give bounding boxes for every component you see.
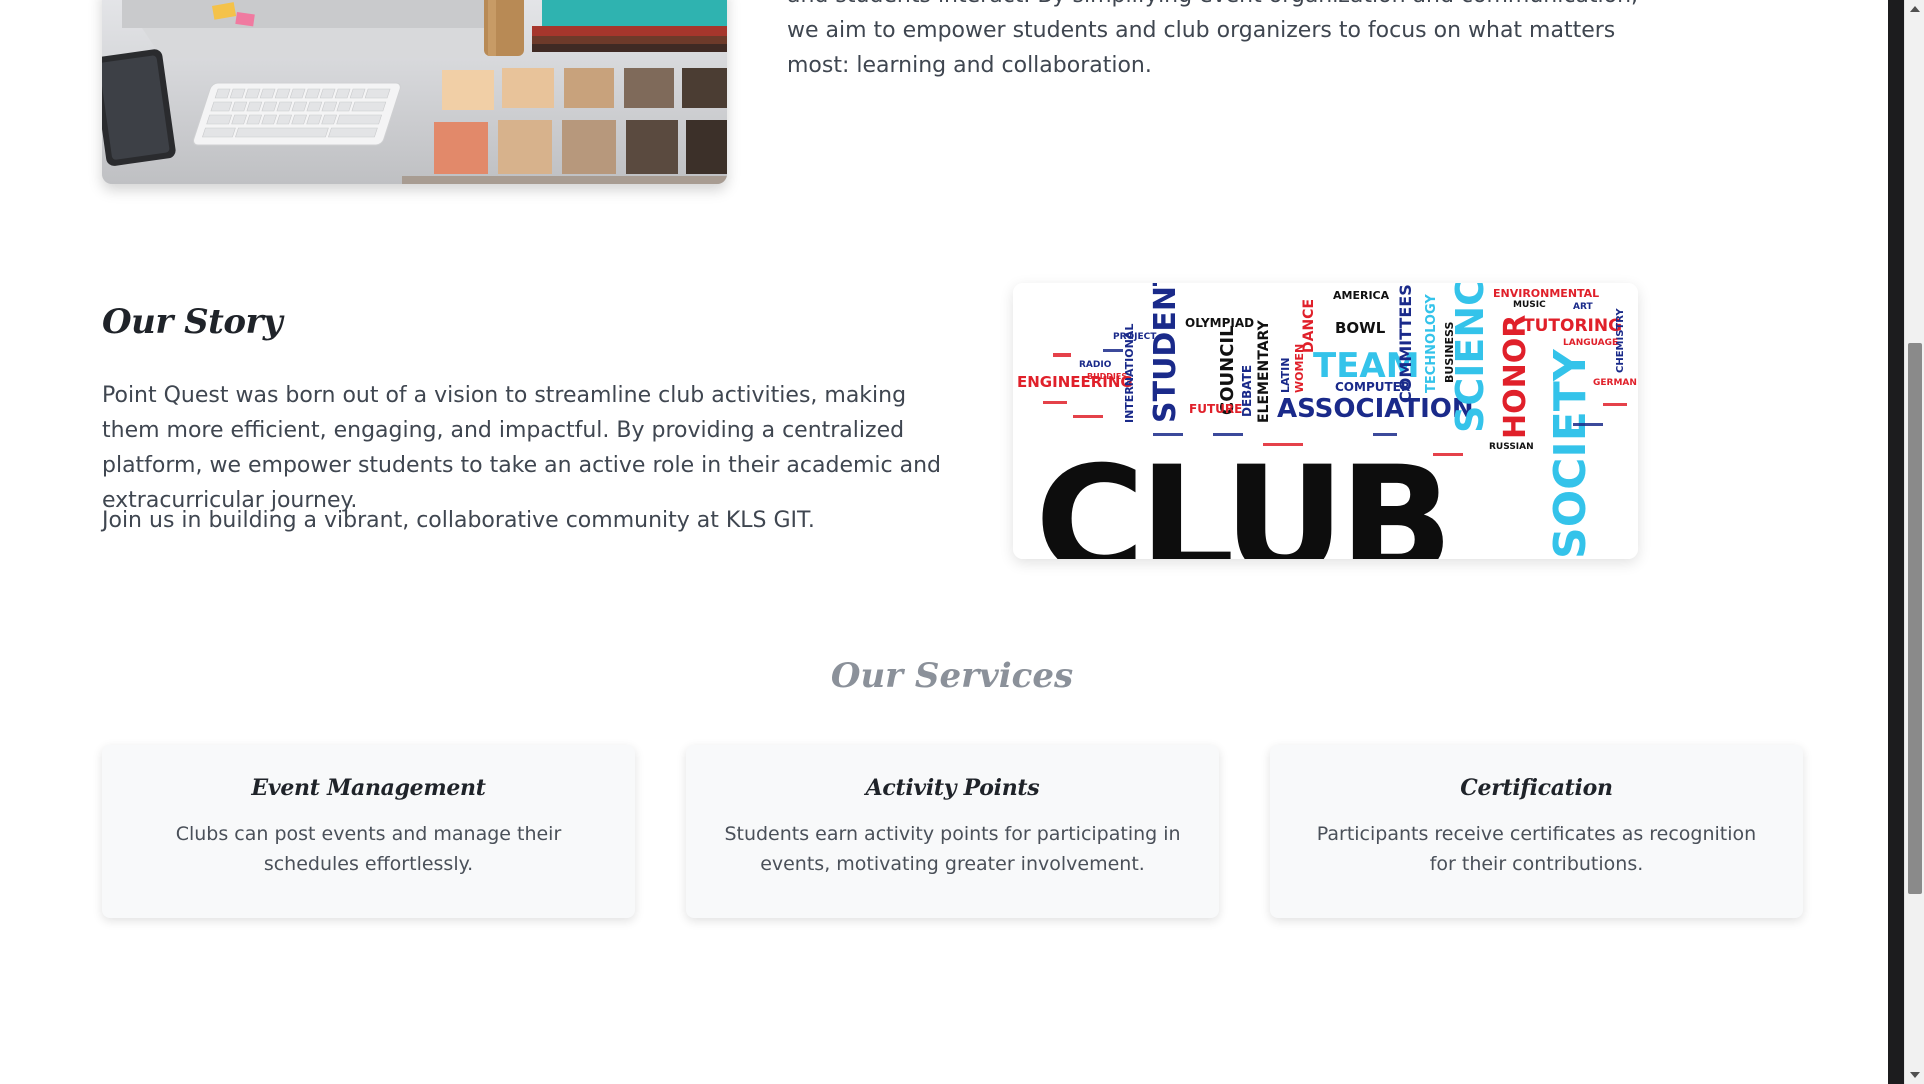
scroll-thumb[interactable] bbox=[1908, 343, 1922, 894]
svg-text:MUSIC: MUSIC bbox=[1513, 300, 1546, 310]
svg-text:RUSSIAN: RUSSIAN bbox=[1489, 442, 1534, 452]
svg-text:ELEMENTARY: ELEMENTARY bbox=[1256, 319, 1272, 423]
workspace-illustration bbox=[102, 0, 727, 184]
service-card-event-management: Event Management Clubs can post events a… bbox=[102, 745, 635, 918]
story-heading: Our Story bbox=[102, 302, 283, 342]
svg-text:RADIO: RADIO bbox=[1079, 360, 1112, 370]
scroll-down-arrow-icon[interactable] bbox=[1910, 1072, 1920, 1078]
svg-text:GERMAN: GERMAN bbox=[1593, 378, 1637, 388]
vertical-scrollbar[interactable] bbox=[1904, 0, 1924, 1084]
workspace-image bbox=[102, 0, 727, 184]
about-page: and students interact. By simplifying ev… bbox=[0, 0, 1904, 1084]
svg-text:TECHNOLOGY: TECHNOLOGY bbox=[1424, 294, 1439, 393]
svg-text:LANGUAGE: LANGUAGE bbox=[1563, 338, 1618, 348]
svg-text:COMPUTER: COMPUTER bbox=[1335, 380, 1410, 394]
svg-text:ART: ART bbox=[1573, 302, 1593, 312]
svg-text:FUTURE: FUTURE bbox=[1189, 402, 1242, 416]
service-card-title: Certification bbox=[1460, 775, 1613, 801]
story-closing-paragraph: Join us in building a vibrant, collabora… bbox=[102, 508, 815, 533]
svg-text:TUTORING: TUTORING bbox=[1523, 316, 1622, 336]
service-card-certification: Certification Participants receive certi… bbox=[1270, 745, 1803, 918]
svg-text:ENVIRONMENTAL: ENVIRONMENTAL bbox=[1493, 287, 1599, 300]
service-card-activity-points: Activity Points Students earn activity p… bbox=[686, 745, 1219, 918]
service-card-title: Event Management bbox=[251, 775, 486, 801]
svg-text:WOMEN: WOMEN bbox=[1293, 344, 1306, 393]
word-cloud-illustration: ENGINEERING STUDENT OLYMPIAD COUNCIL ELE… bbox=[1013, 283, 1638, 559]
svg-text:PROJECT: PROJECT bbox=[1113, 332, 1157, 342]
svg-text:STUDENT: STUDENT bbox=[1148, 283, 1183, 423]
service-card-text: Students earn activity points for partic… bbox=[724, 823, 1181, 875]
svg-text:SOCIETY: SOCIETY bbox=[1545, 348, 1596, 559]
club-word-cloud-image: ENGINEERING STUDENT OLYMPIAD COUNCIL ELE… bbox=[1013, 283, 1638, 559]
svg-text:BUDDIES: BUDDIES bbox=[1087, 372, 1127, 381]
svg-text:BOWL: BOWL bbox=[1335, 319, 1386, 337]
service-card-text: Clubs can post events and manage their s… bbox=[175, 823, 562, 875]
service-card-text: Participants receive certificates as rec… bbox=[1316, 823, 1757, 875]
svg-text:ASSOCIATION: ASSOCIATION bbox=[1277, 394, 1474, 424]
svg-text:CLUB: CLUB bbox=[1035, 435, 1447, 559]
intro-paragraph: and students interact. By simplifying ev… bbox=[787, 0, 1638, 78]
svg-text:AMERICA: AMERICA bbox=[1333, 289, 1390, 302]
svg-text:LATIN: LATIN bbox=[1279, 358, 1292, 393]
story-paragraph: Point Quest was born out of a vision to … bbox=[102, 383, 941, 513]
scroll-up-arrow-icon[interactable] bbox=[1910, 6, 1920, 12]
service-card-title: Activity Points bbox=[865, 775, 1040, 801]
svg-text:BUSINESS: BUSINESS bbox=[1443, 322, 1456, 383]
window-edge bbox=[1888, 0, 1904, 1084]
services-heading: Our Services bbox=[830, 656, 1074, 696]
